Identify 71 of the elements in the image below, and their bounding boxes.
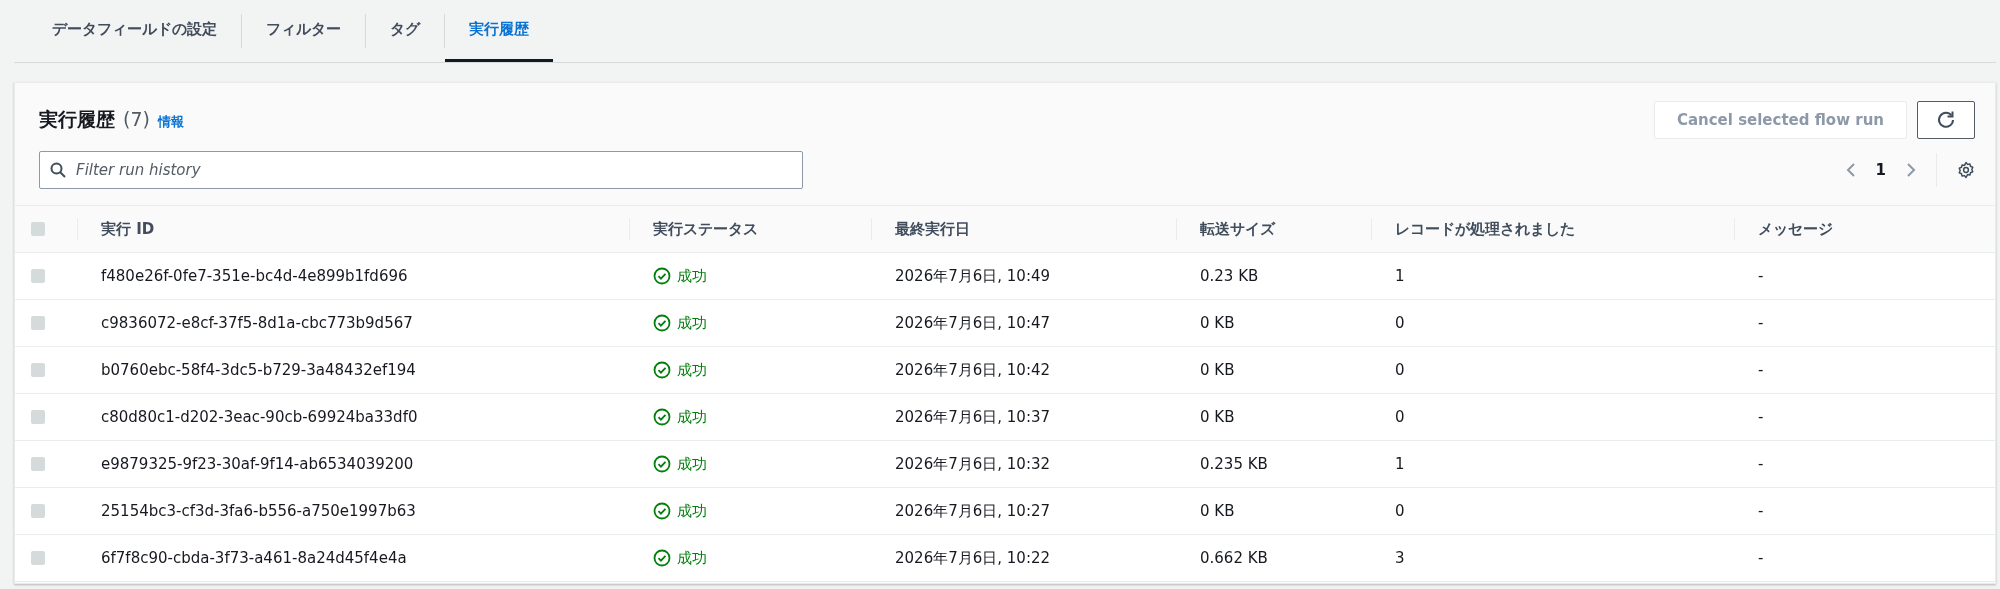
table-cell: - (1758, 361, 1764, 379)
tab[interactable]: タグ (366, 0, 444, 62)
column-header[interactable]: 実行ステータス (653, 219, 758, 239)
table-cell: 2026年7月6日, 10:42 (895, 360, 1051, 380)
table-cell: 0.662 KB (1200, 549, 1268, 567)
status-label: 成功 (677, 454, 707, 474)
column-header[interactable]: 実行 ID (101, 219, 155, 239)
column-header[interactable]: 転送サイズ (1200, 219, 1275, 239)
table-cell: 25154bc3-cf3d-3fa6-b556-a750e1997b63 (101, 502, 416, 520)
table-cell: - (1758, 408, 1764, 426)
status-label: 成功 (677, 313, 707, 333)
table-cell: 0 (1395, 408, 1405, 426)
row-checkbox[interactable] (31, 410, 45, 424)
table-cell: - (1758, 549, 1764, 567)
tab[interactable]: 実行履歴 (445, 0, 553, 62)
search-icon (50, 162, 66, 178)
select-all-checkbox[interactable] (31, 222, 45, 236)
settings-icon[interactable] (1957, 161, 1975, 179)
table-cell: - (1758, 314, 1764, 332)
table-cell: 2026年7月6日, 10:27 (895, 501, 1051, 521)
refresh-button[interactable] (1917, 101, 1975, 139)
table-cell: f480e26f-0fe7-351e-bc4d-4e899b1fd696 (101, 267, 408, 285)
status-label: 成功 (677, 266, 707, 286)
status-label: 成功 (677, 548, 707, 568)
table-cell: 1 (1395, 267, 1405, 285)
info-link[interactable]: 情報 (157, 113, 184, 131)
table-cell: 2026年7月6日, 10:22 (895, 548, 1051, 568)
table-cell: 0 KB (1200, 361, 1235, 379)
status-label: 成功 (677, 360, 707, 380)
row-checkbox[interactable] (31, 316, 45, 330)
refresh-icon (1936, 110, 1956, 130)
status-label: 成功 (677, 501, 707, 521)
table-cell: c80d80c1-d202-3eac-90cb-69924ba33df0 (101, 408, 418, 426)
page-number[interactable]: 1 (1875, 161, 1886, 179)
table-cell: 0 (1395, 502, 1405, 520)
table-cell: c9836072-e8cf-37f5-8d1a-cbc773b9d567 (101, 314, 413, 332)
table-cell: 0 KB (1200, 314, 1235, 332)
table-cell: - (1758, 455, 1764, 473)
table-cell: 0.235 KB (1200, 455, 1268, 473)
table-cell: 2026年7月6日, 10:49 (895, 266, 1051, 286)
table-cell: 6f7f8c90-cbda-3f73-a461-8a24d45f4e4a (101, 549, 407, 567)
item-count: (7) (123, 108, 150, 130)
previous-page-icon[interactable] (1845, 162, 1856, 178)
table-cell: 2026年7月6日, 10:47 (895, 313, 1051, 333)
table-cell: 0 KB (1200, 408, 1235, 426)
column-header[interactable]: レコードが処理されました (1395, 219, 1575, 239)
status-label: 成功 (677, 407, 707, 427)
table-cell: 0 KB (1200, 502, 1235, 520)
row-checkbox[interactable] (31, 551, 45, 565)
row-checkbox[interactable] (31, 457, 45, 471)
tab[interactable]: データフィールドの設定 (28, 0, 241, 62)
search-field[interactable]: Filter run history (39, 151, 803, 189)
table-cell: 1 (1395, 455, 1405, 473)
table-cell: 0.23 KB (1200, 267, 1259, 285)
table-cell: e9879325-9f23-30af-9f14-ab6534039200 (101, 455, 414, 473)
table-cell: 0 (1395, 314, 1405, 332)
table-cell: 0 (1395, 361, 1405, 379)
panel-title: 実行履歴 (39, 107, 115, 132)
table-cell: 2026年7月6日, 10:37 (895, 407, 1051, 427)
tab[interactable]: フィルター (242, 0, 365, 62)
next-page-icon[interactable] (1906, 162, 1916, 178)
table-cell: - (1758, 502, 1764, 520)
column-header[interactable]: 最終実行日 (895, 219, 970, 239)
table-cell: 2026年7月6日, 10:32 (895, 454, 1051, 474)
table-cell: - (1758, 267, 1764, 285)
row-checkbox[interactable] (31, 269, 45, 283)
table-cell: b0760ebc-58f4-3dc5-b729-3a48432ef194 (101, 361, 416, 379)
table-cell: 3 (1395, 549, 1405, 567)
row-checkbox[interactable] (31, 504, 45, 518)
row-checkbox[interactable] (31, 363, 45, 377)
column-header[interactable]: メッセージ (1758, 219, 1833, 239)
